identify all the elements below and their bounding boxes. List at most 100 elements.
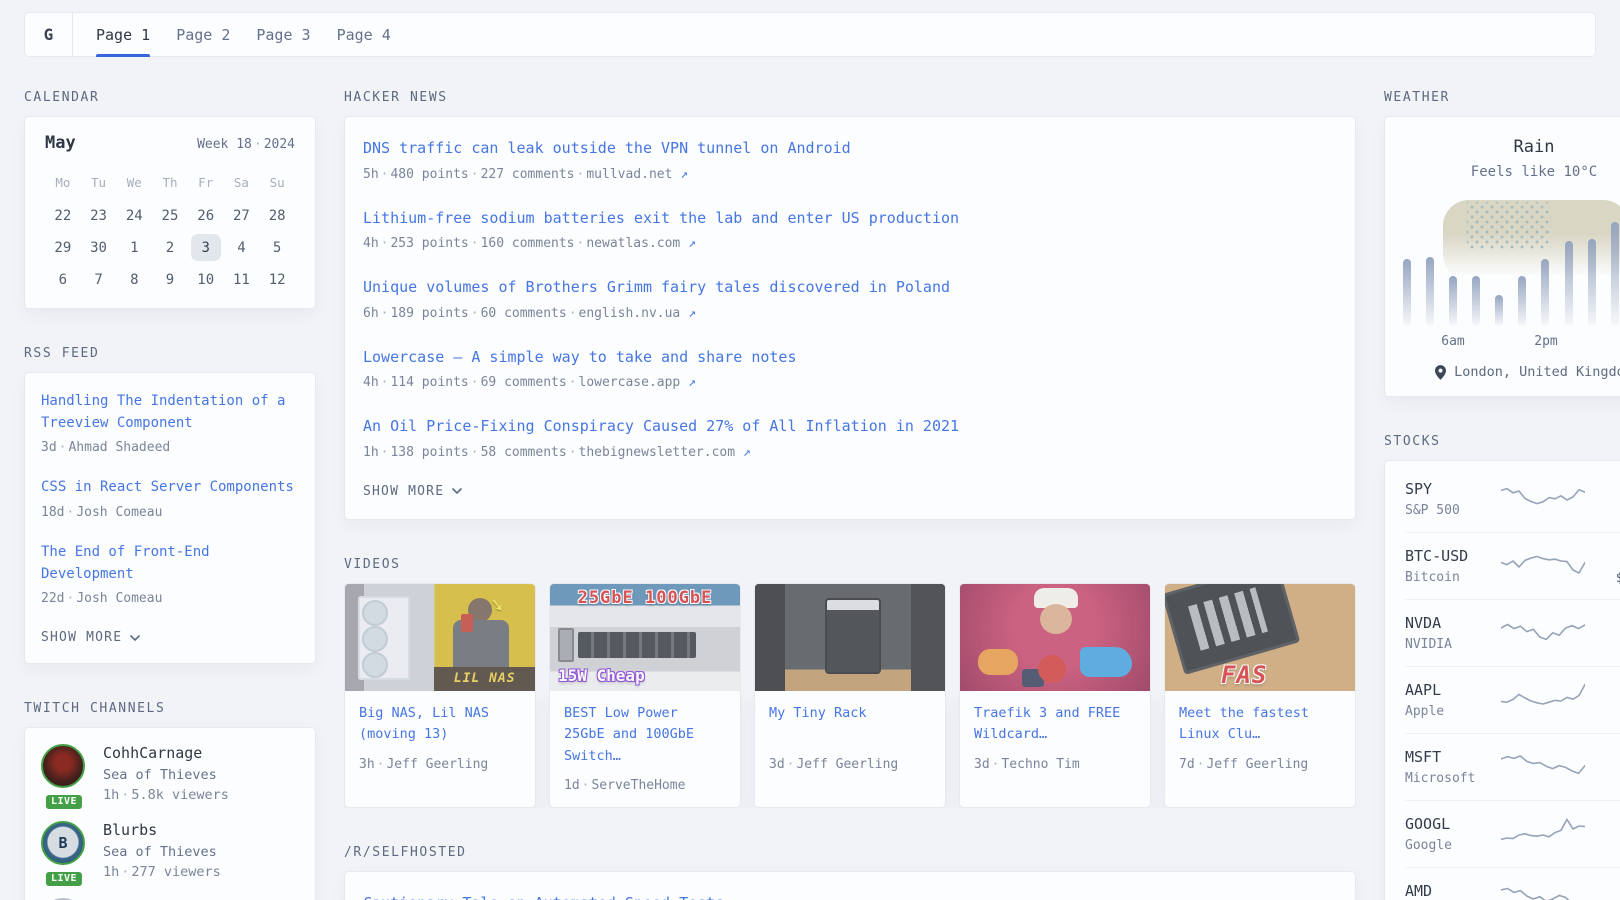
calendar-day-number: 29 xyxy=(48,234,78,261)
weather-bar xyxy=(1449,276,1457,326)
stock-row: MSFTMicrosoft+2.24%$406.76 xyxy=(1405,733,1620,800)
twitch-avatar-wrap: LIVE xyxy=(41,744,87,803)
rss-item-title[interactable]: CSS in React Server Components xyxy=(41,477,299,499)
weather-bar xyxy=(1472,276,1480,326)
video-card[interactable]: Traefik 3 and FREE Wildcard…3d·Techno Ti… xyxy=(959,583,1151,809)
video-title[interactable]: Traefik 3 and FREE Wildcard… xyxy=(974,703,1136,746)
weather-location-row: London, United Kingdom xyxy=(1403,364,1620,380)
video-thumbnail[interactable]: 25GbE 100GbE15W Cheap xyxy=(549,583,741,691)
meta-part: ServeTheHome xyxy=(591,778,685,793)
tab-page-1[interactable]: Page 1 xyxy=(83,13,163,56)
calendar-year: 2024 xyxy=(264,137,295,152)
stock-identity: SPYS&P 500 xyxy=(1405,480,1501,518)
stock-change-percent: +4.56% xyxy=(1585,546,1620,564)
sparkline-svg xyxy=(1501,613,1585,649)
reddit-card: Cautionary Tale on Automated Speed Tests… xyxy=(344,871,1356,900)
calendar-weekday: Th xyxy=(152,169,188,198)
meta-part: 253 points xyxy=(390,236,468,251)
app-logo[interactable]: G xyxy=(25,13,73,56)
news-item-title[interactable]: Cautionary Tale on Automated Speed Tests xyxy=(363,892,1337,900)
stocks-card: SPYS&P 500+1.32%$511.69BTC-USDBitcoin+4.… xyxy=(1384,460,1620,900)
twitch-channel-name: CohhCarnage xyxy=(103,744,229,762)
weather-bar xyxy=(1403,259,1411,326)
twitch-channel-row[interactable]: BLIVEBlurbsSea of Thieves1h·277 viewers xyxy=(41,821,299,880)
meta-part: 160 comments xyxy=(481,236,575,251)
thumbnail-shape-body xyxy=(453,620,509,672)
calendar-day: 27 xyxy=(224,201,260,230)
video-card[interactable]: FASMeet the fastest Linux Clu…7d·Jeff Ge… xyxy=(1164,583,1356,809)
tab-page-4[interactable]: Page 4 xyxy=(324,13,404,56)
calendar-weekday: We xyxy=(116,169,152,198)
twitch-channel-row[interactable]: LIVECohhCarnageSea of Thieves1h·5.8k vie… xyxy=(41,744,299,803)
video-thumbnail[interactable]: FAS xyxy=(1164,583,1356,691)
rss-section-title: RSS FEED xyxy=(24,346,316,361)
meta-part: 18d xyxy=(41,505,64,520)
video-meta: 3h·Jeff Geerling xyxy=(359,757,521,772)
video-card[interactable]: 25GbE 100GbE15W Cheap BEST Low Power 25Gb… xyxy=(549,583,741,809)
news-item-source-link[interactable]: lowercase.app ↗ xyxy=(579,375,696,390)
twitch-section-title: TWITCH CHANNELS xyxy=(24,701,316,716)
video-title[interactable]: BEST Low Power 25GbE and 100GbE Switch… xyxy=(564,703,726,768)
news-item-source-link[interactable]: thebignewsletter.com ↗ xyxy=(579,445,751,460)
show-more-button[interactable]: SHOW MORE xyxy=(363,484,1337,499)
show-more-label: SHOW MORE xyxy=(41,630,122,645)
calendar-grid: MoTuWeThFrSaSu22232425262728293012345678… xyxy=(45,169,295,294)
rss-widget: RSS FEED Handling The Indentation of a T… xyxy=(24,346,316,664)
news-item-source-link[interactable]: english.nv.ua ↗ xyxy=(579,306,696,321)
calendar-day: 4 xyxy=(224,233,260,262)
stock-sparkline xyxy=(1501,546,1585,586)
video-thumbnail[interactable] xyxy=(959,583,1151,691)
external-link-icon: ↗ xyxy=(735,445,751,460)
meta-part: 114 points xyxy=(390,375,468,390)
tab-page-2[interactable]: Page 2 xyxy=(163,13,243,56)
calendar-day: 28 xyxy=(259,201,295,230)
stock-price: $406.76 xyxy=(1585,771,1620,787)
meta-part: Techno Tim xyxy=(1001,757,1079,772)
rss-item-title[interactable]: Handling The Indentation of a Treeview C… xyxy=(41,391,299,434)
video-card[interactable]: ➘LIL NAS Big NAS, Lil NAS (moving 13) 3h·J… xyxy=(344,583,536,809)
stock-row: GOOGLGoogle+0.25%$167.03 xyxy=(1405,800,1620,867)
twitch-channel-game: Sea of Thieves xyxy=(103,844,221,860)
chevron-down-icon xyxy=(129,634,141,642)
meta-part: 1d xyxy=(564,778,580,793)
stock-company-name: NVIDIA xyxy=(1405,637,1501,652)
thumbnail-shape-rack xyxy=(827,600,879,672)
news-item-title[interactable]: Lowercase – A simple way to take and sha… xyxy=(363,346,1337,369)
stock-price: $511.69 xyxy=(1585,503,1620,519)
calendar-day: 9 xyxy=(152,265,188,294)
calendar-widget: CALENDAR May Week 18·2024 MoTuWeThFrSaSu… xyxy=(24,90,316,309)
news-item-title[interactable]: An Oil Price-Fixing Conspiracy Caused 27… xyxy=(363,415,1337,438)
meta-part: Ahmad Shadeed xyxy=(68,440,170,455)
video-card[interactable]: My Tiny Rack3d·Jeff Geerling xyxy=(754,583,946,809)
tab-page-3[interactable]: Page 3 xyxy=(243,13,323,56)
meta-part: 5.8k viewers xyxy=(131,787,229,803)
calendar-day: 2 xyxy=(152,233,188,262)
video-title[interactable]: My Tiny Rack xyxy=(769,703,931,746)
news-item-meta: 5h·480 points·227 comments·mullvad.net ↗ xyxy=(363,167,1337,182)
news-item-source-link[interactable]: mullvad.net ↗ xyxy=(586,167,688,182)
thumbnail-shape-col-l xyxy=(755,584,785,691)
dashboard-page: G Page 1Page 2Page 3Page 4 CALENDAR May … xyxy=(0,0,1620,900)
news-item-title[interactable]: Unique volumes of Brothers Grimm fairy t… xyxy=(363,276,1337,299)
news-item-title[interactable]: Lithium-free sodium batteries exit the l… xyxy=(363,207,1337,230)
separator-dot: · xyxy=(469,167,481,182)
stock-change-percent: +2.97% xyxy=(1585,881,1620,899)
rss-item-title[interactable]: The End of Front-End Development xyxy=(41,542,299,585)
video-title[interactable]: Big NAS, Lil NAS (moving 13) xyxy=(359,703,521,746)
video-title[interactable]: Meet the fastest Linux Clu… xyxy=(1179,703,1341,746)
rss-show-more-button[interactable]: SHOW MORE xyxy=(41,630,299,645)
meta-part: 4h xyxy=(363,375,379,390)
separator-dot: · xyxy=(1195,757,1207,772)
calendar-weekday: Fr xyxy=(188,169,224,198)
news-item-title[interactable]: DNS traffic can leak outside the VPN tun… xyxy=(363,137,1337,160)
stock-row: NVDANVIDIA+3.49%$888.12 xyxy=(1405,599,1620,666)
video-thumbnail[interactable]: ➘LIL NAS xyxy=(344,583,536,691)
thumbnail-shape-col-r xyxy=(911,584,945,691)
meta-part: 480 points xyxy=(390,167,468,182)
stock-row: SPYS&P 500+1.32%$511.69 xyxy=(1405,466,1620,532)
video-thumbnail[interactable] xyxy=(754,583,946,691)
calendar-day: 25 xyxy=(152,201,188,230)
weather-feels-like: Feels like 10°C xyxy=(1403,164,1620,180)
news-item-source-link[interactable]: newatlas.com ↗ xyxy=(586,236,696,251)
calendar-weekday: Sa xyxy=(224,169,260,198)
